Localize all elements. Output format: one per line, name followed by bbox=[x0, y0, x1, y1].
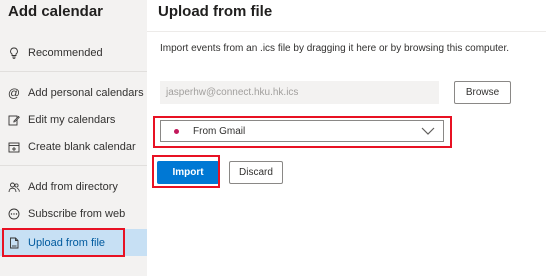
nav-item-label: Recommended bbox=[28, 46, 103, 59]
divider bbox=[0, 71, 147, 72]
nav-item-edit-my-calendars[interactable]: Edit my calendars bbox=[0, 106, 147, 133]
nav-item-label: Add personal calendars bbox=[28, 86, 144, 99]
browse-button[interactable]: Browse bbox=[454, 81, 511, 104]
nav-item-upload-from-file[interactable]: Upload from file bbox=[0, 229, 147, 256]
sidebar: Add calendar Recommended @ Add personal … bbox=[0, 0, 147, 276]
file-name-value: jasperhw@connect.hku.hk.ics bbox=[166, 87, 299, 98]
import-button[interactable]: Import bbox=[157, 161, 219, 184]
nav-item-label: Create blank calendar bbox=[28, 140, 136, 153]
divider bbox=[0, 165, 147, 166]
chevron-down-icon bbox=[421, 127, 435, 135]
file-name-field: jasperhw@connect.hku.hk.ics bbox=[160, 81, 439, 104]
nav-item-label: Edit my calendars bbox=[28, 113, 116, 126]
nav-item-add-from-directory[interactable]: Add from directory bbox=[0, 173, 147, 200]
nav-item-create-blank-calendar[interactable]: Create blank calendar bbox=[0, 133, 147, 160]
nav-item-add-personal-calendars[interactable]: @ Add personal calendars bbox=[0, 79, 147, 106]
import-button-label: Import bbox=[172, 167, 204, 178]
edit-icon bbox=[8, 114, 20, 126]
calendar-color-dot bbox=[174, 128, 179, 134]
divider bbox=[147, 31, 546, 32]
page-title: Upload from file bbox=[158, 3, 273, 20]
file-icon bbox=[8, 237, 20, 249]
people-icon bbox=[8, 181, 20, 193]
description-text: Import events from an .ics file by dragg… bbox=[160, 43, 510, 54]
discard-button-label: Discard bbox=[239, 167, 273, 178]
calendar-add-icon bbox=[8, 141, 20, 153]
at-icon: @ bbox=[7, 85, 21, 100]
nav-item-label: Upload from file bbox=[28, 236, 106, 249]
nav-item-label: Subscribe from web bbox=[28, 207, 126, 220]
sidebar-title: Add calendar bbox=[8, 3, 104, 20]
calendar-select-value: From Gmail bbox=[193, 125, 246, 137]
main-panel: Upload from file Import events from an .… bbox=[147, 0, 546, 276]
globe-icon bbox=[8, 208, 20, 220]
nav-item-subscribe-from-web[interactable]: Subscribe from web bbox=[0, 200, 147, 227]
browse-button-label: Browse bbox=[465, 87, 500, 98]
discard-button[interactable]: Discard bbox=[229, 161, 283, 184]
nav-item-recommended[interactable]: Recommended bbox=[0, 39, 147, 66]
lightbulb-icon bbox=[8, 47, 20, 59]
nav-item-label: Add from directory bbox=[28, 180, 118, 193]
calendar-select[interactable]: From Gmail bbox=[160, 120, 444, 142]
